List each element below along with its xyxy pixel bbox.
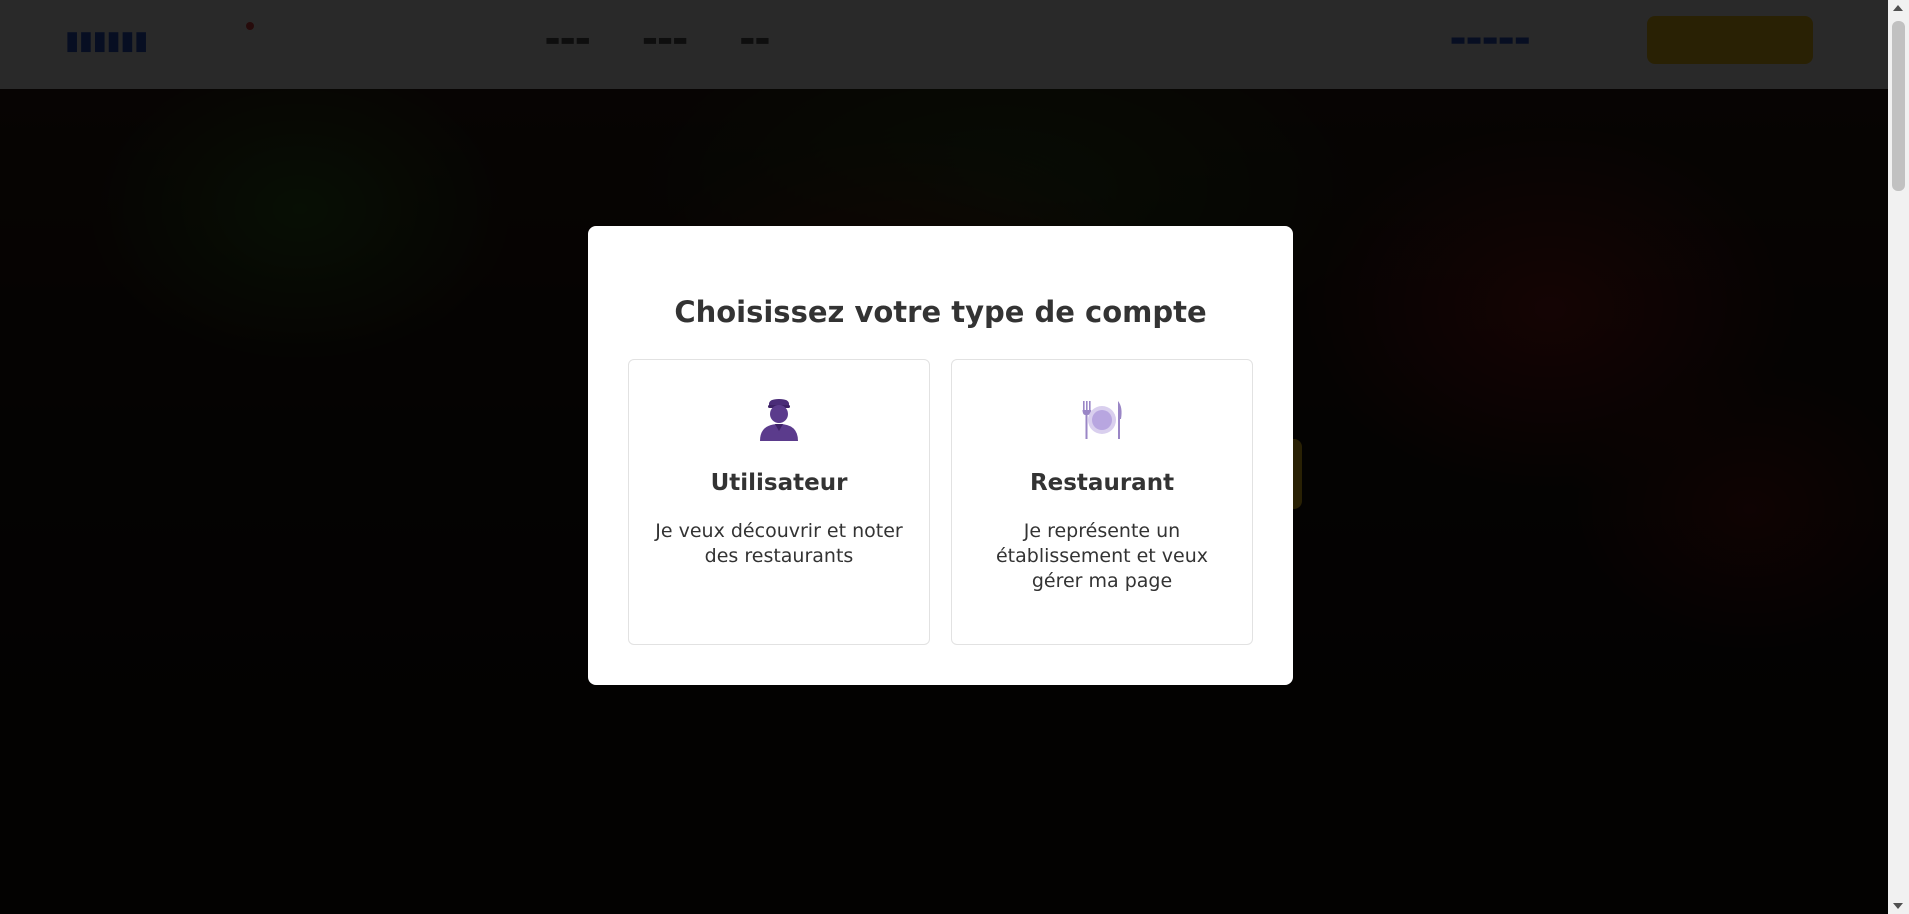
plate-cutlery-icon [1080,397,1124,441]
account-option-restaurant-description: Je représente un établissement et veux g… [995,520,1208,592]
account-option-restaurant[interactable]: Restaurant Je représente un établissemen… [951,359,1253,645]
page-scrollbar[interactable] [1888,0,1909,914]
modal-title: Choisissez votre type de compte [674,295,1207,329]
account-option-user-title: Utilisateur [710,470,848,496]
account-option-restaurant-title: Restaurant [1029,470,1175,496]
scroll-down-icon[interactable] [1893,903,1903,909]
account-option-user[interactable]: Utilisateur Je veux découvrir et noter d… [628,359,930,645]
scrollbar-thumb[interactable] [1892,21,1905,191]
account-type-modal: Choisissez votre type de compte Utilisat… [588,226,1293,685]
account-option-user-description: Je veux découvrir et noter des restauran… [655,520,903,567]
scroll-up-icon[interactable] [1893,5,1903,11]
page: ▮▮▮▮▮▮ ▬▬▬ ▬▬▬ ▬▬ ▬▬▬▬▬ Choisissez votre… [0,0,1909,914]
user-icon [757,397,801,441]
